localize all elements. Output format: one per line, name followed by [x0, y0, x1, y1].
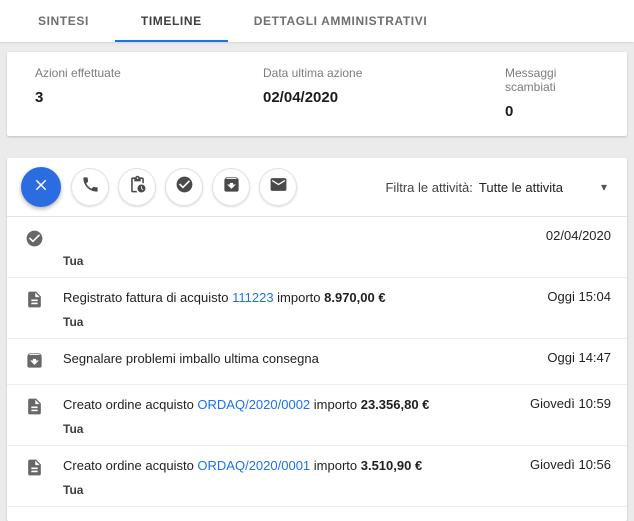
timeline-row-content: Tua: [63, 228, 534, 268]
phone-icon: [81, 175, 100, 199]
stat-last-action-label: Data ultima azione: [263, 66, 363, 80]
timeline-author: Tua: [63, 315, 84, 329]
stat-last-action-value: 02/04/2020: [263, 89, 339, 106]
timeline-row-text: Creato ordine acquisto ORDAQ/2020/0002 i…: [63, 396, 518, 413]
invoice-schedule-button[interactable]: [118, 168, 156, 206]
stat-messages-value: 0: [505, 103, 514, 120]
close-icon: [32, 176, 50, 199]
close-button[interactable]: [21, 167, 61, 207]
timeline-text-mid: importo: [310, 458, 361, 473]
timeline-row-text: Registrato fattura di acquisto 111223 im…: [63, 289, 535, 306]
timeline-text-mid: importo: [310, 397, 361, 412]
document-icon: [25, 396, 63, 436]
timeline-row-content: Creato ordine acquisto ORDAQ/2020/0002 i…: [63, 396, 518, 436]
tab-sintesi[interactable]: SINTESI: [12, 0, 115, 42]
timeline-date: Giovedì 10:56: [530, 457, 611, 472]
timeline-text-mid: importo: [273, 290, 325, 305]
actions-row: Filtra le attività: Tutte le attivita ▾: [7, 158, 627, 217]
stats-card: Azioni effettuate 3 Data ultima azione 0…: [7, 52, 627, 136]
timeline-text-prefix: Creato ordine acquisto: [63, 397, 198, 412]
timeline-date: Oggi 15:04: [547, 289, 611, 304]
timeline-row-content: Registrato fattura di acquisto 111223 im…: [63, 289, 535, 329]
check-button[interactable]: [165, 168, 203, 206]
timeline-record-link[interactable]: ORDAQ/2020/0001: [197, 458, 310, 473]
filter-value[interactable]: Tutte le attivita: [479, 180, 563, 195]
timeline-row: Tua 02/04/2020: [7, 217, 627, 278]
phone-button[interactable]: [71, 168, 109, 206]
timeline-row-text: [63, 228, 534, 245]
stat-last-action: Data ultima azione 02/04/2020: [263, 66, 505, 120]
check-circle-icon: [175, 175, 194, 199]
stat-messages: Messaggi scambiati 0: [505, 66, 599, 120]
timeline-row: Segnalare problemi imballo ultima conseg…: [7, 339, 627, 385]
timeline-author: Tua: [63, 422, 84, 436]
timeline-text-prefix: Creato ordine acquisto: [63, 458, 198, 473]
package-button[interactable]: [212, 168, 250, 206]
package-icon: [25, 350, 63, 375]
timeline-amount: 8.970,00 €: [324, 290, 386, 305]
timeline-author: Tua: [63, 483, 84, 497]
timeline-record-link[interactable]: 111223: [232, 290, 273, 305]
timeline-row-content: Segnalare problemi imballo ultima conseg…: [63, 350, 535, 375]
tab-bar: SINTESI TIMELINE DETTAGLI AMMINISTRATIVI: [0, 0, 634, 42]
timeline-row-text: Segnalare problemi imballo ultima conseg…: [63, 350, 535, 367]
activity-filter[interactable]: Filtra le attività: Tutte le attivita ▾: [385, 180, 613, 195]
mail-button[interactable]: [259, 168, 297, 206]
stat-messages-label: Messaggi scambiati: [505, 66, 557, 94]
package-icon: [222, 175, 241, 199]
timeline-row-text: Creato ordine acquisto ORDAQ/2020/0001 i…: [63, 457, 518, 474]
timeline-row: Creato ordine acquisto ORDAQ/2020/0001 i…: [7, 446, 627, 507]
stat-actions: Azioni effettuate 3: [35, 66, 263, 120]
chevron-down-icon[interactable]: ▾: [601, 180, 607, 194]
check-circle-icon: [25, 228, 63, 268]
timeline-date: 02/04/2020: [545, 228, 611, 243]
stat-actions-value: 3: [35, 89, 44, 106]
mail-icon: [269, 175, 288, 199]
timeline-date: Oggi 14:47: [547, 350, 611, 365]
timeline-record-link[interactable]: ORDAQ/2020/0002: [197, 397, 310, 412]
timeline-date: Giovedì 10:59: [530, 396, 611, 411]
document-icon: [25, 289, 63, 329]
tab-timeline[interactable]: TIMELINE: [114, 0, 228, 42]
timeline-text-prefix: Registrato fattura di acquisto: [63, 290, 233, 305]
stat-actions-label: Azioni effettuate: [35, 66, 121, 80]
timeline-author: Tua: [63, 254, 84, 268]
tab-dettagli-amministrativi[interactable]: DETTAGLI AMMINISTRATIVI: [228, 0, 454, 42]
timeline-text-prefix: Segnalare problemi imballo ultima conseg…: [63, 351, 319, 366]
timeline-row: Creato ordine acquisto ORDAQ/2020/0002 i…: [7, 385, 627, 446]
timeline-row: Registrato fattura di acquisto 111223 im…: [7, 278, 627, 339]
document-icon: [25, 457, 63, 497]
invoice-schedule-icon: [128, 175, 147, 199]
timeline-amount: 23.356,80 €: [360, 397, 430, 412]
filter-label: Filtra le attività:: [385, 179, 473, 195]
timeline-amount: 3.510,90 €: [360, 458, 423, 473]
timeline-row-content: Creato ordine acquisto ORDAQ/2020/0001 i…: [63, 457, 518, 497]
timeline-card: Filtra le attività: Tutte le attivita ▾ …: [7, 158, 627, 521]
